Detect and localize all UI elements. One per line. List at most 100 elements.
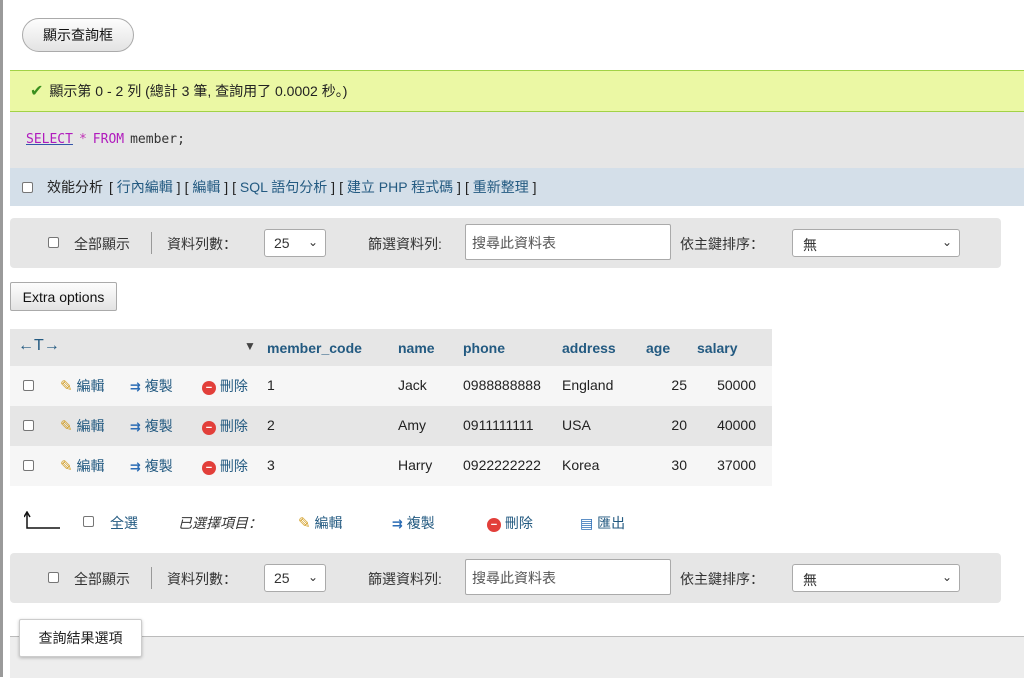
copy-label: 複製 bbox=[144, 458, 173, 474]
copy-row-button[interactable]: ⇉ 複製 bbox=[130, 376, 173, 396]
export-icon: ▤ bbox=[580, 515, 594, 531]
edit-label: 編輯 bbox=[76, 458, 105, 474]
sql-star: * bbox=[78, 132, 87, 147]
row-checkbox[interactable] bbox=[23, 420, 34, 431]
edit-row-button[interactable]: ✎ 編輯 bbox=[60, 376, 104, 396]
column-header-address[interactable]: address bbox=[562, 340, 616, 356]
refresh-link[interactable]: 重新整理 bbox=[473, 179, 529, 195]
row-checkbox[interactable] bbox=[23, 380, 34, 391]
cell-age: 30 bbox=[671, 457, 687, 473]
cell-member-code: 2 bbox=[267, 417, 275, 433]
edit-row-button[interactable]: ✎ 編輯 bbox=[60, 416, 104, 436]
cell-age: 25 bbox=[671, 377, 687, 393]
show-all-checkbox[interactable] bbox=[48, 237, 59, 248]
bulk-export-button[interactable]: ▤ 匯出 bbox=[580, 513, 625, 533]
inline-edit-link[interactable]: 行內編輯 bbox=[117, 179, 173, 195]
selected-label: 已選擇項目： bbox=[178, 515, 262, 531]
bulk-edit-label: 編輯 bbox=[314, 515, 343, 531]
rows-value: 25 bbox=[274, 570, 290, 586]
rows-label: 資料列數： bbox=[167, 571, 237, 587]
bulk-edit-button[interactable]: ✎ 編輯 bbox=[298, 513, 342, 533]
sql-explain-link[interactable]: SQL 語句分析 bbox=[240, 179, 327, 195]
bulk-copy-button[interactable]: ⇉ 複製 bbox=[392, 513, 435, 533]
column-header-member-code[interactable]: member_code bbox=[267, 340, 362, 356]
edit-link[interactable]: 編輯 bbox=[192, 179, 220, 195]
sql-keyword-from: FROM bbox=[92, 132, 125, 147]
sql-query-display: SELECT * FROM member; bbox=[10, 112, 1024, 168]
sort-select[interactable]: 無 ⌄ bbox=[792, 564, 960, 592]
edit-label: 編輯 bbox=[76, 418, 105, 434]
cell-phone: 0988888888 bbox=[463, 377, 541, 393]
cell-salary: 50000 bbox=[717, 377, 756, 393]
column-header-phone[interactable]: phone bbox=[463, 340, 505, 356]
column-resize-arrows-icon[interactable]: ←T→ bbox=[18, 337, 60, 355]
left-panel-border bbox=[0, 0, 3, 677]
show-query-box-button[interactable]: 顯示查詢框 bbox=[22, 18, 134, 52]
column-header-name[interactable]: name bbox=[398, 340, 435, 356]
copy-icon: ⇉ bbox=[392, 516, 403, 531]
filter-label: 篩選資料列: bbox=[368, 236, 442, 252]
delete-icon: − bbox=[202, 421, 216, 435]
delete-label: 刪除 bbox=[219, 458, 248, 474]
pencil-icon: ✎ bbox=[60, 378, 73, 395]
cell-member-code: 3 bbox=[267, 457, 275, 473]
bulk-delete-button[interactable]: − 刪除 bbox=[487, 513, 533, 533]
show-all-label[interactable]: 全部顯示 bbox=[74, 234, 130, 254]
edit-row-button[interactable]: ✎ 編輯 bbox=[60, 456, 104, 476]
table-row: ✎ 編輯 ⇉ 複製 − 刪除 1 Jack 0988888888 England… bbox=[10, 366, 772, 406]
arrow-up-left-icon bbox=[24, 511, 60, 529]
cell-salary: 40000 bbox=[717, 417, 756, 433]
cell-name: Amy bbox=[398, 417, 426, 433]
navigation-bar-bottom: 全部顯示 資料列數： 25 ⌄ 篩選資料列: 搜尋此資料表 依主鍵排序： 無 ⌄ bbox=[10, 553, 1001, 603]
cell-address: USA bbox=[562, 417, 591, 433]
cell-salary: 37000 bbox=[717, 457, 756, 473]
show-all-checkbox[interactable] bbox=[48, 572, 59, 583]
delete-row-button[interactable]: − 刪除 bbox=[202, 376, 248, 396]
select-all-label[interactable]: 全選 bbox=[110, 513, 138, 533]
chevron-down-icon: ⌄ bbox=[941, 570, 952, 584]
query-results-options-tab[interactable]: 查詢結果選項 bbox=[19, 619, 142, 657]
chevron-down-icon: ⌄ bbox=[941, 235, 952, 249]
pencil-icon: ✎ bbox=[298, 515, 311, 532]
cell-member-code: 1 bbox=[267, 377, 275, 393]
delete-icon: − bbox=[202, 381, 216, 395]
show-all-label[interactable]: 全部顯示 bbox=[74, 569, 130, 589]
filter-label: 篩選資料列: bbox=[368, 571, 442, 587]
filter-input[interactable]: 搜尋此資料表 bbox=[465, 224, 671, 260]
edit-label: 編輯 bbox=[76, 378, 105, 394]
cell-phone: 0922222222 bbox=[463, 457, 541, 473]
delete-row-button[interactable]: − 刪除 bbox=[202, 456, 248, 476]
copy-label: 複製 bbox=[144, 378, 173, 394]
create-php-code-link[interactable]: 建立 PHP 程式碼 bbox=[347, 179, 453, 195]
column-header-age[interactable]: age bbox=[646, 340, 670, 356]
profiling-bar: 效能分析 [ 行內編輯 ] [ 編輯 ] [ SQL 語句分析 ] [ 建立 P… bbox=[10, 168, 1024, 206]
check-icon: ✔ bbox=[30, 83, 44, 100]
sort-label: 依主鍵排序： bbox=[680, 571, 764, 587]
rows-select[interactable]: 25 ⌄ bbox=[264, 564, 326, 592]
sort-label: 依主鍵排序： bbox=[680, 236, 764, 252]
filter-input[interactable]: 搜尋此資料表 bbox=[465, 559, 671, 595]
extra-options-button[interactable]: Extra options bbox=[10, 282, 117, 311]
copy-row-button[interactable]: ⇉ 複製 bbox=[130, 416, 173, 436]
cell-phone: 0911111111 bbox=[463, 417, 534, 433]
copy-row-button[interactable]: ⇉ 複製 bbox=[130, 456, 173, 476]
copy-icon: ⇉ bbox=[130, 379, 141, 394]
sort-value: 無 bbox=[803, 572, 817, 588]
rows-select[interactable]: 25 ⌄ bbox=[264, 229, 326, 257]
sql-keyword-select[interactable]: SELECT bbox=[26, 132, 73, 147]
profiling-checkbox[interactable] bbox=[22, 181, 33, 193]
copy-label: 複製 bbox=[144, 418, 173, 434]
delete-icon: − bbox=[487, 518, 501, 532]
delete-row-button[interactable]: − 刪除 bbox=[202, 416, 248, 436]
chevron-down-icon: ⌄ bbox=[307, 570, 318, 584]
column-header-salary[interactable]: salary bbox=[697, 340, 737, 356]
sort-select[interactable]: 無 ⌄ bbox=[792, 229, 960, 257]
select-all-checkbox[interactable] bbox=[83, 516, 94, 527]
copy-icon: ⇉ bbox=[130, 459, 141, 474]
divider bbox=[151, 232, 152, 254]
sort-value: 無 bbox=[803, 237, 817, 253]
row-checkbox[interactable] bbox=[23, 460, 34, 471]
navigation-bar-top: 全部顯示 資料列數： 25 ⌄ 篩選資料列: 搜尋此資料表 依主鍵排序： 無 ⌄ bbox=[10, 218, 1001, 268]
sort-indicator-icon[interactable]: ▼ bbox=[244, 339, 256, 353]
cell-age: 20 bbox=[671, 417, 687, 433]
